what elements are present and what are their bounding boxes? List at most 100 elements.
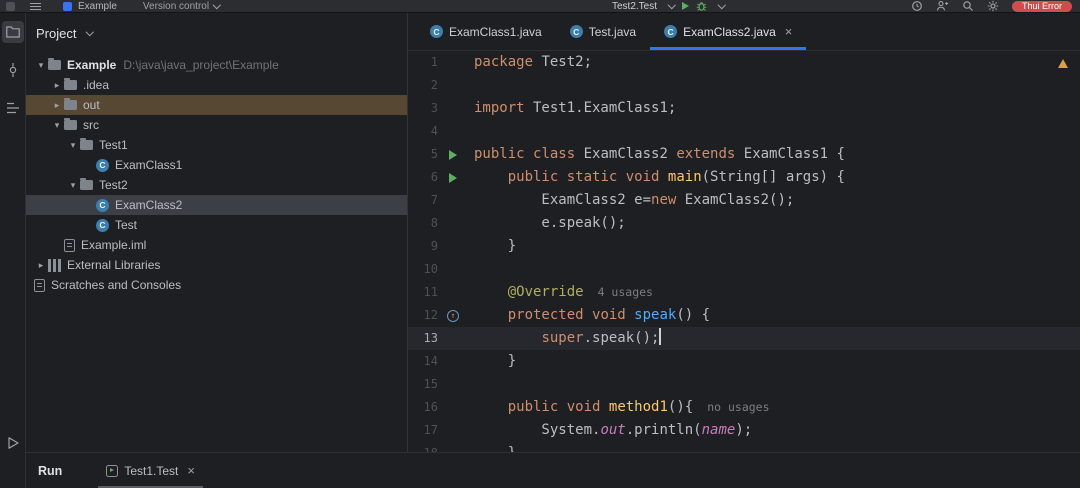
run-panel-title[interactable]: Run xyxy=(38,464,62,478)
tree-item-test1[interactable]: ▾ Test1 xyxy=(26,135,407,155)
app-logo xyxy=(6,1,15,11)
code-line-6[interactable]: 6 public static void main(String[] args)… xyxy=(408,166,1080,189)
gutter xyxy=(438,143,468,166)
line-number: 11 xyxy=(423,285,438,299)
project-avatar xyxy=(63,1,72,11)
line-number: 3 xyxy=(430,101,438,115)
chevron-down-icon[interactable]: ▾ xyxy=(66,135,80,155)
code-line-11[interactable]: 11 @Override 4 usages xyxy=(408,281,1080,304)
tree-item-label: Test xyxy=(115,218,138,232)
recent-activity-icon[interactable] xyxy=(911,0,923,12)
java-class-icon: C xyxy=(430,25,443,38)
project-panel: Project ▾ Example D:\java\java_project\Exa… xyxy=(26,13,408,452)
code-line-8[interactable]: 8 e.speak(); xyxy=(408,212,1080,235)
project-panel-header[interactable]: Project xyxy=(26,19,407,47)
error-button[interactable]: Thui Error xyxy=(1011,0,1072,12)
run-gutter-icon[interactable] xyxy=(449,172,457,183)
gutter xyxy=(438,212,468,235)
folder-icon xyxy=(48,57,61,70)
chevron-down-icon xyxy=(212,1,221,9)
chevron-down-icon[interactable]: ▾ xyxy=(50,115,64,135)
line-number: 4 xyxy=(430,124,438,138)
tree-item-label: ExamClass1 xyxy=(115,158,183,172)
code-line-5[interactable]: 5 public class ExamClass2 extends ExamCla… xyxy=(408,143,1080,166)
tree-item-example-iml[interactable]: Example.iml xyxy=(26,235,407,255)
gutter xyxy=(438,419,468,442)
code-line-10[interactable]: 10 xyxy=(408,258,1080,281)
structure-tool-icon[interactable] xyxy=(2,97,24,119)
tree-item-test2[interactable]: ▾ Test2 xyxy=(26,175,407,195)
tree-item--idea[interactable]: ▸ .idea xyxy=(26,75,407,95)
package-icon xyxy=(80,137,93,150)
toolbar-right-group: Thui Error xyxy=(911,0,1072,12)
code-line-17[interactable]: 17 System.out.println(name); xyxy=(408,419,1080,442)
debug-button[interactable] xyxy=(696,1,707,12)
close-tab-icon[interactable]: × xyxy=(785,24,793,39)
tree-item-label: ExamClass2 xyxy=(115,198,183,212)
run-tool-icon[interactable] xyxy=(2,432,24,454)
tree-item-example[interactable]: ▾ Example D:\java\java_project\Example xyxy=(26,55,407,75)
line-number: 9 xyxy=(430,239,438,253)
code-line-12[interactable]: 12 ↑ protected void speak() { xyxy=(408,304,1080,327)
line-number: 15 xyxy=(423,377,438,391)
run-gutter-icon[interactable] xyxy=(449,149,457,160)
tree-item-scratches-and-consoles[interactable]: Scratches and Consoles xyxy=(26,275,407,295)
java-class-icon: C xyxy=(96,158,109,172)
line-number: 6 xyxy=(430,170,438,184)
editor-tab-ExamClass2.java[interactable]: C ExamClass2.java × xyxy=(650,13,807,50)
tree-item-label: Example.iml xyxy=(81,238,147,252)
tree-item-src[interactable]: ▾ src xyxy=(26,115,407,135)
code-line-3[interactable]: 3 import Test1.ExamClass1; xyxy=(408,97,1080,120)
editor-tab-ExamClass1.java[interactable]: C ExamClass1.java xyxy=(416,13,556,50)
project-widget[interactable]: Example xyxy=(78,1,117,12)
project-panel-title: Project xyxy=(36,25,77,41)
chevron-down-icon[interactable]: ▾ xyxy=(34,55,48,75)
editor-tab-Test.java[interactable]: C Test.java xyxy=(556,13,650,50)
tree-item-external-libraries[interactable]: ▸ External Libraries xyxy=(26,255,407,275)
gutter xyxy=(438,166,468,189)
more-run-options-icon[interactable] xyxy=(717,1,726,9)
inspection-warning-icon[interactable] xyxy=(1058,59,1068,68)
tree-item-examclass2[interactable]: C ExamClass2 xyxy=(26,195,407,215)
code-line-18[interactable]: 18 } xyxy=(408,442,1080,452)
close-tab-icon[interactable]: × xyxy=(187,463,195,478)
vcs-widget[interactable]: Version control xyxy=(143,1,209,12)
code-line-15[interactable]: 15 xyxy=(408,373,1080,396)
code-area[interactable]: 1 package Test2; 2 3 import Test1.ExamClass1… xyxy=(408,51,1080,452)
code-line-2[interactable]: 2 xyxy=(408,74,1080,97)
run-tab-label: Test1.Test xyxy=(124,463,179,478)
settings-gear-icon[interactable] xyxy=(987,0,999,12)
tree-item-label: Test1 xyxy=(99,138,128,152)
editor: C ExamClass1.java C Test.java C ExamClass2.ja… xyxy=(408,13,1080,452)
project-tool-icon[interactable] xyxy=(1,21,24,43)
chevron-right-icon[interactable]: ▸ xyxy=(50,95,64,115)
code-line-16[interactable]: 16 public void method1(){no usages xyxy=(408,396,1080,419)
chevron-right-icon[interactable]: ▸ xyxy=(34,255,48,275)
code-line-14[interactable]: 14 } xyxy=(408,350,1080,373)
chevron-right-icon[interactable]: ▸ xyxy=(50,75,64,95)
main-menu-icon[interactable] xyxy=(30,2,41,10)
commit-tool-icon[interactable] xyxy=(2,59,24,81)
code-line-13[interactable]: 13 super.speak(); xyxy=(408,327,1080,350)
code-line-1[interactable]: 1 package Test2; xyxy=(408,51,1080,74)
chevron-down-icon[interactable]: ▾ xyxy=(66,175,80,195)
code-line-7[interactable]: 7 ExamClass2 e=new ExamClass2(); xyxy=(408,189,1080,212)
library-icon xyxy=(48,258,61,272)
run-button[interactable] xyxy=(681,2,689,10)
line-number: 12 xyxy=(423,308,438,322)
code-line-4[interactable]: 4 xyxy=(408,120,1080,143)
run-tab[interactable]: Test1.Test × xyxy=(98,453,203,488)
search-icon[interactable] xyxy=(962,0,974,12)
file-icon xyxy=(64,238,75,252)
line-number: 13 xyxy=(423,331,438,345)
tab-label: ExamClass2.java xyxy=(683,24,776,39)
tree-item-out[interactable]: ▸ out xyxy=(26,95,407,115)
run-config-selector[interactable]: Test2.Test xyxy=(612,1,657,12)
tree-item-test[interactable]: C Test xyxy=(26,215,407,235)
code-line-9[interactable]: 9 } xyxy=(408,235,1080,258)
chevron-down-icon[interactable] xyxy=(667,1,676,9)
code-with-me-icon[interactable] xyxy=(936,0,949,12)
override-gutter-icon[interactable]: ↑ xyxy=(447,309,459,322)
tree-item-examclass1[interactable]: C ExamClass1 xyxy=(26,155,407,175)
